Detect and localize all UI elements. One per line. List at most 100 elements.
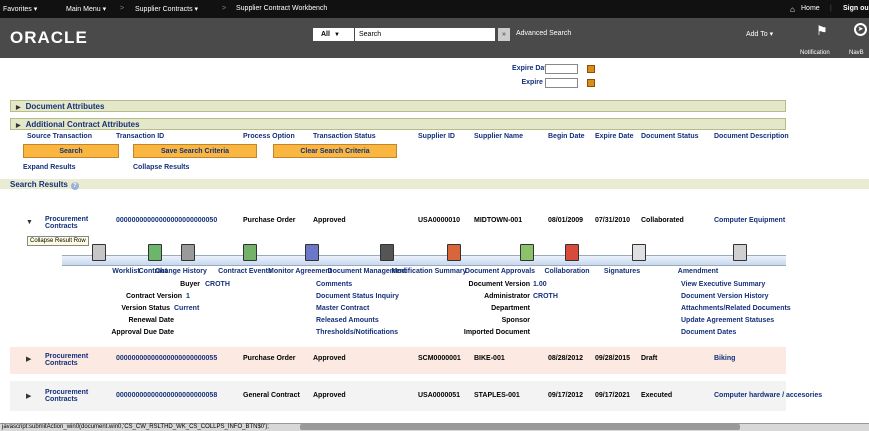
source-transaction: Procurement Contracts [45,353,89,367]
expire-to-input[interactable] [545,78,578,88]
sponsor-label: Sponsor [501,317,530,324]
begin-date: 08/28/2012 [548,355,584,362]
supplier-id: USA0000010 [418,217,461,224]
document-description-link[interactable]: Computer hardware / accesories [714,392,822,399]
attachments-link[interactable]: Attachments/Related Documents [681,305,791,312]
document-attributes-section[interactable]: ▶ Document Attributes [10,100,786,112]
buyer-value: CROTH [205,281,230,288]
breadcrumb-separator: > [120,5,125,12]
source-transaction: Procurement Contracts [45,216,89,230]
worklist-icon[interactable] [92,244,106,261]
expand-arrow-icon: ▶ [16,105,21,111]
comments-link[interactable]: Comments [316,281,352,288]
search-results-header: Search Results? [0,179,869,190]
collaboration-icon[interactable] [565,244,579,261]
col-supplier-id[interactable]: Supplier ID [418,133,455,140]
scope-value: All [321,31,330,38]
released-amounts-link[interactable]: Released Amounts [316,317,379,324]
contract-icon[interactable] [148,244,162,261]
favorites-menu[interactable]: Favorites ▾ [3,5,37,13]
modification-summary-icon[interactable] [447,244,461,261]
source-transaction: Procurement Contracts [45,389,89,403]
col-transaction-status[interactable]: Transaction Status [313,133,376,140]
search-go-icon[interactable]: » [498,28,510,41]
navbar-icon[interactable]: ➤ [854,23,867,36]
document-version-history-link[interactable]: Document Version History [681,293,769,300]
process-option: Purchase Order [243,355,296,362]
amendment-icon[interactable] [733,244,747,261]
col-source-transaction[interactable]: Source Transaction [27,133,92,140]
document-management-icon[interactable] [380,244,394,261]
contract-events-icon[interactable] [243,244,257,261]
navbar-label[interactable]: NavB [849,50,864,56]
calendar-icon[interactable] [587,65,595,73]
document-status: Draft [641,355,658,362]
expand-row-icon[interactable]: ▶ [26,355,31,363]
col-expire-date[interactable]: Expire Date [595,133,634,140]
flag-icon[interactable]: ⚑ [816,23,828,39]
expand-row-icon[interactable]: ▶ [26,392,31,400]
approval-due-date-label: Approval Due Date [111,329,174,336]
expire-from-input[interactable] [545,64,578,74]
collapse-row-icon[interactable]: ▼ [26,219,33,226]
update-agreement-statuses-link[interactable]: Update Agreement Statuses [681,317,774,324]
change-history-icon[interactable] [181,244,195,261]
document-description-link[interactable]: Computer Equipment [714,217,785,224]
transaction-id-link[interactable]: 00000000000000000000000055 [116,355,217,362]
home-icon[interactable]: ⌂ [790,5,795,14]
col-document-description[interactable]: Document Description [714,133,789,140]
expire-date: 07/31/2010 [595,217,631,224]
amendment-link[interactable]: Amendment [648,268,748,275]
transaction-id-link[interactable]: 00000000000000000000000058 [116,392,217,399]
supplier-id: SCM0000001 [418,355,461,362]
document-status-inquiry-link[interactable]: Document Status Inquiry [316,293,399,300]
section-title: Document Attributes [25,102,105,111]
contract-version-value: 1 [186,293,190,300]
clear-search-criteria-button[interactable]: Clear Search Criteria [273,144,397,158]
monitor-agreement-icon[interactable] [305,244,319,261]
col-begin-date[interactable]: Begin Date [548,133,585,140]
save-search-criteria-button[interactable]: Save Search Criteria [133,144,257,158]
search-button[interactable]: Search [23,144,119,158]
search-input[interactable]: Search [355,28,495,41]
transaction-status: Approved [313,217,346,224]
col-transaction-id[interactable]: Transaction ID [116,133,164,140]
expand-arrow-icon: ▶ [16,123,21,129]
advanced-search-link[interactable]: Advanced Search [516,30,571,37]
document-status: Collaborated [641,217,684,224]
horizontal-scrollbar[interactable] [300,424,740,430]
transaction-id-link[interactable]: 00000000000000000000000050 [116,217,217,224]
document-status: Executed [641,392,673,399]
version-status-value: Current [174,305,200,312]
add-to-menu[interactable]: Add To ▾ [746,30,773,38]
sign-out-link[interactable]: Sign ou [843,5,869,12]
col-process-option[interactable]: Process Option [243,133,295,140]
signatures-icon[interactable] [632,244,646,261]
home-link[interactable]: Home [801,5,820,12]
main-menu[interactable]: Main Menu ▾ [66,5,106,13]
document-description-link[interactable]: Biking [714,355,735,362]
document-approvals-icon[interactable] [520,244,534,261]
col-document-status[interactable]: Document Status [641,133,699,140]
thresholds-notifications-link[interactable]: Thresholds/Notifications [316,329,398,336]
document-dates-link[interactable]: Document Dates [681,329,736,336]
document-version-value: 1.00 [533,281,547,288]
supplier-id: USA0000051 [418,392,461,399]
expire-date: 09/17/2021 [595,392,631,399]
master-contract-link[interactable]: Master Contract [316,305,369,312]
breadcrumb-workbench[interactable]: Supplier Contract Workbench [236,5,327,12]
additional-attributes-section[interactable]: ▶ Additional Contract Attributes [10,118,786,130]
help-icon[interactable]: ? [70,182,79,190]
supplier-name: BIKE-001 [474,355,505,362]
supplier-name: STAPLES-001 [474,392,520,399]
calendar-icon[interactable] [587,79,595,87]
search-scope-select[interactable]: All ▼ [313,28,354,41]
administrator-value: CROTH [533,293,558,300]
view-executive-summary-link[interactable]: View Executive Summary [681,281,765,288]
collapse-results-link[interactable]: Collapse Results [133,164,189,171]
expand-results-link[interactable]: Expand Results [23,164,76,171]
oracle-logo: ORACLE [10,28,88,47]
col-supplier-name[interactable]: Supplier Name [474,133,523,140]
notification-label[interactable]: Notification [800,50,830,56]
breadcrumb-supplier-contracts[interactable]: Supplier Contracts ▾ [135,5,198,13]
